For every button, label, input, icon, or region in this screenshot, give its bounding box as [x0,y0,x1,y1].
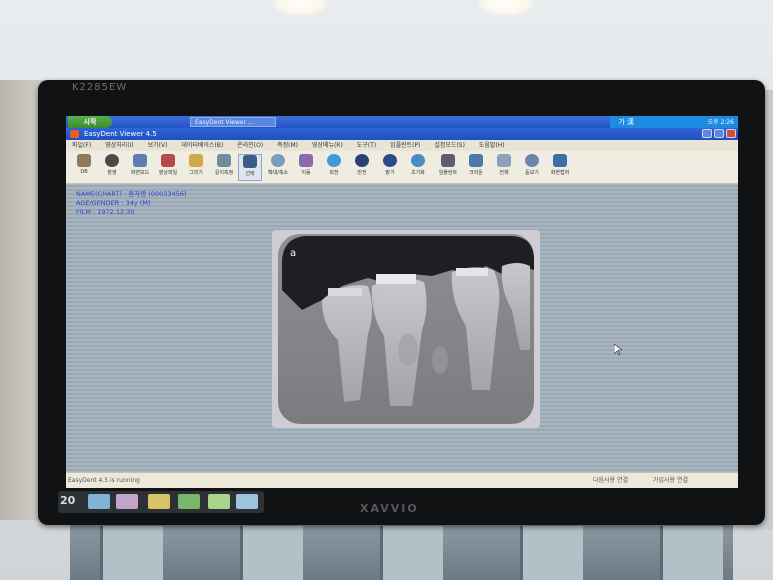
tool-reset[interactable]: 초기화 [406,154,430,181]
status-bar: EasyDent 4.5 is running 다음사용 연결 가입사용 연결 [66,472,738,488]
toolbar: DB 촬영 화면모드 영상파일 그리기 길이측정 선택 확대/축소 이동 회전 … [66,151,738,184]
status-connection-2: 가입사용 연결 [652,477,688,484]
tool-implant[interactable]: 임플란트 [436,154,460,181]
tool-select[interactable]: 선택 [238,154,262,181]
close-button[interactable] [726,129,736,138]
crown-icon [469,154,483,167]
tool-image-file[interactable]: 영상파일 [156,154,180,181]
menu-item[interactable]: 측정(M) [277,140,298,151]
menu-item[interactable]: 도움말(H) [479,140,505,151]
move-icon [299,154,313,167]
tool-measure[interactable]: 길이측정 [212,154,236,181]
clock: 오후 2:26 [707,119,734,126]
xray-orientation-mark: a [290,248,296,259]
osd-button[interactable] [178,494,200,509]
monitor-icon [133,154,147,167]
menu-item[interactable]: 설정모드(S) [434,140,465,151]
invert-icon [355,154,369,167]
tool-zoom[interactable]: 확대/축소 [266,154,290,181]
patient-info: NAME(CHART) : 환자명 (00033456) AGE/GENDER … [76,190,186,217]
taskbar-item-easydent[interactable]: EasyDent Viewer ... [190,117,276,127]
tool-db[interactable]: DB [72,154,96,181]
osd-button[interactable] [148,494,170,509]
fullscreen-icon [497,154,511,167]
tool-full[interactable]: 전체 [492,154,516,181]
patient-age-gender: AGE/GENDER : 34y (M) [76,199,151,207]
screen: 시작 EasyDent Viewer ... 가 漢 오후 2:26 EasyD… [66,116,738,488]
ime-indicator[interactable]: 가 漢 [618,117,634,127]
tool-draw[interactable]: 그리기 [184,154,208,181]
window-title: EasyDent Viewer 4.5 [84,130,157,138]
window-titlebar: EasyDent Viewer 4.5 [66,128,738,140]
minimize-button[interactable] [702,129,712,138]
osd-button[interactable] [116,494,138,509]
system-tray: 가 漢 오후 2:26 [610,116,738,128]
mouse-cursor-icon [614,344,622,356]
menu-item[interactable]: 임플란트(P) [390,140,420,151]
image-viewport[interactable]: NAME(CHART) : 환자명 (00033456) AGE/GENDER … [66,184,738,473]
osd-button[interactable] [88,494,110,509]
menu-item[interactable]: 파일(F) [72,140,91,151]
magnifier-icon [525,154,539,167]
menu-item[interactable]: 데이터베이스(B) [181,140,223,151]
menu-bar: 파일(F) 영상처리(I) 보기(V) 데이터베이스(B) 온라인(O) 측정(… [66,140,738,151]
implant-icon [441,154,455,167]
taskbar: 시작 EasyDent Viewer ... 가 漢 오후 2:26 [66,116,738,128]
brightness-icon [383,154,397,167]
rotate-icon [327,154,341,167]
osd-button[interactable] [208,494,230,509]
ceiling-light [478,0,534,16]
camera-icon [105,154,119,167]
menu-item[interactable]: 영상메뉴(R) [312,140,343,151]
pencil-icon [189,154,203,167]
osd-button[interactable] [236,494,258,509]
patient-film-date: FILM : 1972.12.30 [76,208,135,216]
menu-item[interactable]: 도구(T) [357,140,376,151]
status-text: EasyDent 4.5 is running [68,477,140,484]
monitor-brand: XAVVIO [360,502,419,515]
maximize-button[interactable] [714,129,724,138]
ruler-icon [217,154,231,167]
database-icon [77,154,91,167]
tool-screen-mode[interactable]: 화면모드 [128,154,152,181]
window-background [70,522,733,580]
xray-drawing: a [278,234,534,424]
tool-crown[interactable]: 크라운 [464,154,488,181]
menu-item[interactable]: 온라인(O) [237,140,263,151]
tool-invert[interactable]: 반전 [350,154,374,181]
osd-value: 20 [60,494,76,507]
cursor-arrow-icon [243,155,257,168]
patient-name: NAME(CHART) : 환자명 (00033456) [76,190,187,198]
tool-screen-capture[interactable]: 화면캡처 [548,154,572,181]
tool-brightness[interactable]: 밝기 [378,154,402,181]
reset-icon [411,154,425,167]
app-icon [70,130,79,138]
tool-rotate[interactable]: 회전 [322,154,346,181]
zoom-icon [271,154,285,167]
monitor-model: K2285EW [72,82,128,93]
screen-capture-icon [553,154,567,167]
tool-pan[interactable]: 이동 [294,154,318,181]
ceiling-light [272,0,328,16]
image-file-icon [161,154,175,167]
start-button[interactable]: 시작 [68,116,112,128]
dental-xray-image[interactable]: a [272,230,540,428]
monitor-osd-strip: 20 [58,491,264,513]
tool-capture[interactable]: 촬영 [100,154,124,181]
status-connection-1: 다음사용 연결 [592,477,628,484]
menu-item[interactable]: 영상처리(I) [105,140,134,151]
tool-magnifier[interactable]: 돋보기 [520,154,544,181]
menu-item[interactable]: 보기(V) [148,140,168,151]
